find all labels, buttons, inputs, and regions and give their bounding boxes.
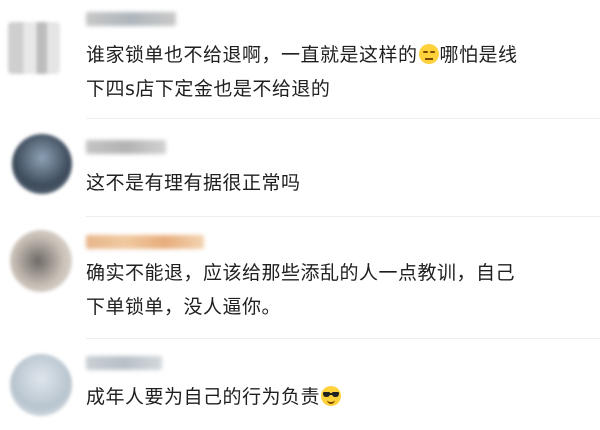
- comment-item[interactable]: 确实不能退，应该给那些添乱的人一点教训，自己 下单锁单，没人逼你。: [0, 222, 600, 342]
- avatar[interactable]: [10, 354, 72, 416]
- username[interactable]: [86, 235, 204, 249]
- comment-text: 这不是有理有据很正常吗: [86, 172, 301, 194]
- comment-text: 成年人要为自己的行为负责: [86, 380, 586, 414]
- comment-item[interactable]: 成年人要为自己的行为负责: [0, 342, 600, 430]
- divider: [86, 338, 600, 339]
- username[interactable]: [86, 12, 176, 26]
- avatar[interactable]: [12, 134, 72, 194]
- sunglasses-face-icon: [321, 386, 342, 406]
- comment-text: 确实不能退，应该给那些添乱的人一点教训，自己 下单锁单，没人逼你。: [86, 262, 516, 318]
- avatar[interactable]: [10, 230, 72, 292]
- unamused-face-icon: [418, 44, 439, 64]
- divider: [86, 216, 600, 217]
- comment-item[interactable]: 这不是有理有据很正常吗: [0, 124, 600, 219]
- divider: [86, 118, 600, 119]
- username[interactable]: [86, 356, 162, 370]
- username[interactable]: [86, 140, 166, 154]
- avatar[interactable]: [8, 22, 60, 74]
- comment-item[interactable]: 谁家锁单也不给退啊，一直就是这样的 哪怕是线 下四s店下定金也是不给退的: [0, 0, 600, 119]
- comment-text: 谁家锁单也不给退啊，一直就是这样的 哪怕是线 下四s店下定金也是不给退的: [86, 44, 518, 100]
